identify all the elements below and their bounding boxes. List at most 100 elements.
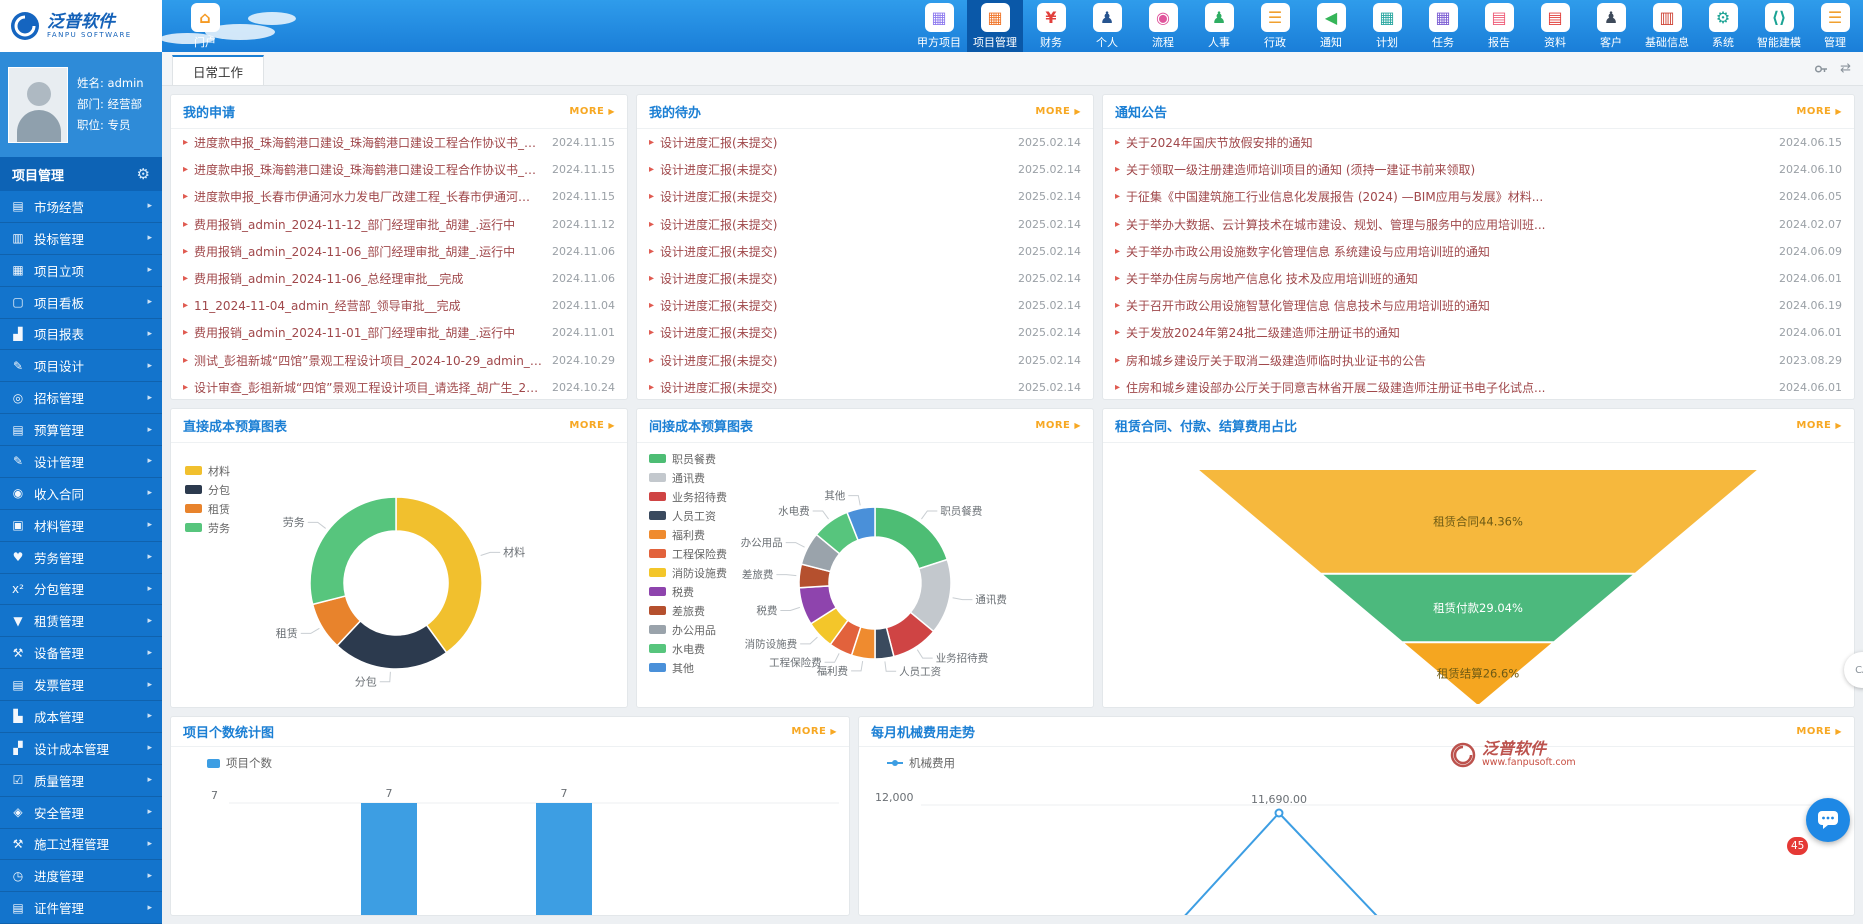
top-nav-item[interactable]: ▦ 项目管理: [967, 0, 1023, 52]
top-nav-item[interactable]: ☰ 行政: [1247, 0, 1303, 52]
top-nav-item[interactable]: ⟨⟩ 智能建模: [1751, 0, 1807, 52]
legend-item[interactable]: 其他: [649, 658, 727, 677]
list-item[interactable]: ▸ 设计进度汇报(未提交) 2025.02.14: [637, 292, 1093, 319]
donut-segment[interactable]: [310, 497, 396, 604]
list-item[interactable]: ▸ 设计进度汇报(未提交) 2025.02.14: [637, 374, 1093, 399]
top-nav-item[interactable]: ♟ 人事: [1191, 0, 1247, 52]
more-link[interactable]: MORE ▶: [569, 420, 615, 431]
list-item[interactable]: ▸ 关于举办大数据、云计算技术在城市建设、规划、管理与服务中的应用培训班... …: [1103, 211, 1854, 238]
notification-badge[interactable]: 45: [1786, 836, 1809, 856]
list-item[interactable]: ▸ 设计进度汇报(未提交) 2025.02.14: [637, 211, 1093, 238]
legend-item[interactable]: 业务招待费: [649, 487, 727, 506]
legend-item[interactable]: 办公用品: [649, 620, 727, 639]
legend-item[interactable]: 租赁: [185, 499, 230, 518]
more-link[interactable]: MORE ▶: [1796, 420, 1842, 431]
top-nav-item[interactable]: ⚙ 系统: [1695, 0, 1751, 52]
top-nav-item[interactable]: ▤ 资料: [1527, 0, 1583, 52]
sidebar-menu-item[interactable]: ✎ 设计管理 ▸: [0, 446, 162, 478]
list-item[interactable]: ▸ 进度款申报_长春市伊通河水力发电厂改建工程_长春市伊通河水力发电... 20…: [171, 183, 627, 210]
sidebar-menu-item[interactable]: ☑ 质量管理 ▸: [0, 765, 162, 797]
list-item[interactable]: ▸ 11_2024-11-04_admin_经营部_领导审批__完成 2024.…: [171, 292, 627, 319]
more-link[interactable]: MORE ▶: [1035, 106, 1081, 117]
top-nav-item[interactable]: ▦ 甲方项目: [911, 0, 967, 52]
sidebar-menu-item[interactable]: ⚒ 设备管理 ▸: [0, 637, 162, 669]
top-nav-item[interactable]: ▥ 基础信息: [1639, 0, 1695, 52]
sidebar-menu-item[interactable]: ▞ 设计成本管理 ▸: [0, 733, 162, 765]
sidebar-menu-item[interactable]: ▣ 材料管理 ▸: [0, 510, 162, 542]
sidebar-menu-item[interactable]: ◷ 进度管理 ▸: [0, 860, 162, 892]
top-nav-item[interactable]: ◀ 通知: [1303, 0, 1359, 52]
list-item[interactable]: ▸ 设计进度汇报(未提交) 2025.02.14: [637, 156, 1093, 183]
sidebar-menu-item[interactable]: ✎ 项目设计 ▸: [0, 350, 162, 382]
list-item[interactable]: ▸ 关于举办住房与房地产信息化 技术及应用培训班的通知 2024.06.01: [1103, 265, 1854, 292]
sidebar-menu-item[interactable]: ⚒ 施工过程管理 ▸: [0, 829, 162, 861]
donut-segment[interactable]: [875, 507, 947, 569]
legend-item[interactable]: 税费: [649, 582, 727, 601]
sidebar-menu-item[interactable]: x² 分包管理 ▸: [0, 574, 162, 606]
legend-item[interactable]: 分包: [185, 480, 230, 499]
more-link[interactable]: MORE ▶: [1796, 726, 1842, 737]
list-item[interactable]: ▸ 设计进度汇报(未提交) 2025.02.14: [637, 319, 1093, 346]
list-item[interactable]: ▸ 房和城乡建设厅关于取消二级建造师临时执业证书的公告 2023.08.29: [1103, 347, 1854, 374]
data-point[interactable]: [1276, 810, 1283, 817]
list-item[interactable]: ▸ 费用报销_admin_2024-11-12_部门经理审批_胡建_.运行中 2…: [171, 211, 627, 238]
sidebar-menu-item[interactable]: ▼ 租赁管理 ▸: [0, 605, 162, 637]
settings-gear-icon[interactable]: ⚙: [137, 165, 150, 183]
list-item[interactable]: ▸ 测试_彭祖新城“四馆”景观工程设计项目_2024-10-29_admin_结…: [171, 347, 627, 374]
list-item[interactable]: ▸ 设计进度汇报(未提交) 2025.02.14: [637, 183, 1093, 210]
more-link[interactable]: MORE ▶: [569, 106, 615, 117]
legend-item[interactable]: 福利费: [649, 525, 727, 544]
nav-item-portal[interactable]: ⌂ 门户: [178, 3, 232, 50]
list-item[interactable]: ▸ 于征集《中国建筑施工行业信息化发展报告 (2024) —BIM应用与发展》材…: [1103, 183, 1854, 210]
list-item[interactable]: ▸ 设计审查_彭祖新城“四馆”景观工程设计项目_请选择_胡广生_2024-10-…: [171, 374, 627, 399]
toggle-panels-icon[interactable]: ⇄: [1840, 61, 1851, 76]
chart-legend[interactable]: 项目个数: [207, 755, 272, 771]
list-item[interactable]: ▸ 费用报销_admin_2024-11-06_总经理审批__完成 2024.1…: [171, 265, 627, 292]
list-item[interactable]: ▸ 设计进度汇报(未提交) 2025.02.14: [637, 129, 1093, 156]
list-item[interactable]: ▸ 进度款申报_珠海鹤港口建设_珠海鹤港口建设工程合作协议书_admin_...…: [171, 156, 627, 183]
top-nav-item[interactable]: ¥ 财务: [1023, 0, 1079, 52]
bar[interactable]: [536, 803, 592, 915]
list-item[interactable]: ▸ 设计进度汇报(未提交) 2025.02.14: [637, 347, 1093, 374]
top-nav-item[interactable]: ▦ 任务: [1415, 0, 1471, 52]
user-avatar[interactable]: [8, 67, 68, 143]
list-item[interactable]: ▸ 进度款申报_珠海鹤港口建设_珠海鹤港口建设工程合作协议书_admin_...…: [171, 129, 627, 156]
chart-legend[interactable]: 机械费用: [887, 755, 955, 771]
top-nav-item[interactable]: ☰ 管理: [1807, 0, 1863, 52]
tab-daily-work[interactable]: 日常工作: [172, 55, 264, 85]
list-item[interactable]: ▸ 住房和城乡建设部办公厅关于同意吉林省开展二级建造师注册证书电子化试点... …: [1103, 374, 1854, 399]
sidebar-menu-item[interactable]: ▢ 项目看板 ▸: [0, 287, 162, 319]
key-icon[interactable]: [1814, 62, 1828, 76]
chat-float-button[interactable]: [1806, 798, 1850, 842]
sidebar-menu-item[interactable]: ♥ 劳务管理 ▸: [0, 542, 162, 574]
sidebar-menu-item[interactable]: ▤ 发票管理 ▸: [0, 669, 162, 701]
more-link[interactable]: MORE ▶: [791, 726, 837, 737]
sidebar-menu-item[interactable]: ◎ 招标管理 ▸: [0, 382, 162, 414]
legend-item[interactable]: 材料: [185, 461, 230, 480]
sidebar-menu-item[interactable]: ▥ 投标管理 ▸: [0, 223, 162, 255]
more-link[interactable]: MORE ▶: [1035, 420, 1081, 431]
top-nav-item[interactable]: ◉ 流程: [1135, 0, 1191, 52]
legend-item[interactable]: 工程保险费: [649, 544, 727, 563]
sidebar-menu-item[interactable]: ▙ 成本管理 ▸: [0, 701, 162, 733]
sidebar-menu-item[interactable]: ▟ 项目报表 ▸: [0, 319, 162, 351]
more-link[interactable]: MORE ▶: [1796, 106, 1842, 117]
bar[interactable]: [361, 803, 417, 915]
top-nav-item[interactable]: ♟ 个人: [1079, 0, 1135, 52]
app-logo[interactable]: 泛普软件 FANPU SOFTWARE: [0, 0, 162, 52]
list-item[interactable]: ▸ 设计进度汇报(未提交) 2025.02.14: [637, 238, 1093, 265]
donut-segment[interactable]: [396, 497, 482, 653]
sidebar-menu-item[interactable]: ▦ 项目立项 ▸: [0, 255, 162, 287]
legend-item[interactable]: 差旅费: [649, 601, 727, 620]
list-item[interactable]: ▸ 关于2024年国庆节放假安排的通知 2024.06.15: [1103, 129, 1854, 156]
list-item[interactable]: ▸ 关于发放2024年第24批二级建造师注册证书的通知 2024.06.01: [1103, 319, 1854, 346]
legend-item[interactable]: 劳务: [185, 518, 230, 537]
list-item[interactable]: ▸ 关于召开市政公用设施智慧化管理信息 信息技术与应用培训班的通知 2024.0…: [1103, 292, 1854, 319]
top-nav-item[interactable]: ▤ 报告: [1471, 0, 1527, 52]
legend-item[interactable]: 水电费: [649, 639, 727, 658]
legend-item[interactable]: 人员工资: [649, 506, 727, 525]
legend-item[interactable]: 通讯费: [649, 468, 727, 487]
sidebar-menu-item[interactable]: ◉ 收入合同 ▸: [0, 478, 162, 510]
top-nav-item[interactable]: ▦ 计划: [1359, 0, 1415, 52]
legend-item[interactable]: 消防设施费: [649, 563, 727, 582]
